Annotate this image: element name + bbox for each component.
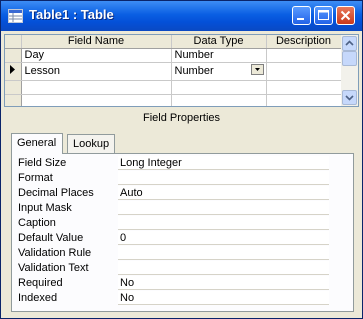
default-value-field[interactable]: 0 — [118, 231, 329, 245]
scroll-down-button[interactable] — [342, 90, 357, 105]
close-icon — [340, 10, 351, 21]
property-label: Input Mask — [18, 202, 72, 214]
data-type-cell[interactable]: Number — [171, 48, 267, 63]
close-button[interactable] — [336, 6, 355, 25]
field-grid: Field Name Data Type Description Day Num… — [4, 34, 359, 107]
tab-general[interactable]: General — [11, 133, 63, 154]
field-name-cell[interactable] — [21, 94, 172, 106]
property-label: Validation Rule — [18, 247, 92, 259]
title-bar[interactable]: Table1 : Table — [1, 1, 362, 31]
data-type-cell[interactable] — [171, 80, 267, 95]
minimize-button[interactable] — [292, 6, 311, 25]
row-selector[interactable] — [5, 94, 22, 106]
field-name-cell[interactable]: Lesson — [21, 62, 172, 81]
row-selector[interactable] — [5, 80, 22, 95]
field-size-field[interactable]: Long Integer — [118, 156, 329, 170]
general-properties-panel: Field Size Long Integer Format Decimal P… — [11, 153, 354, 312]
validation-rule-field[interactable] — [118, 246, 329, 260]
tab-lookup[interactable]: Lookup — [67, 134, 115, 153]
window-title: Table1 : Table — [29, 7, 114, 22]
validation-text-field[interactable] — [118, 261, 329, 275]
maximize-button[interactable] — [314, 6, 333, 25]
table-design-window: Table1 : Table Field Name Data Type Desc… — [0, 0, 363, 319]
row-selector-current[interactable] — [5, 62, 22, 81]
vertical-scrollbar[interactable] — [341, 35, 358, 106]
data-type-cell[interactable]: Number — [171, 62, 267, 81]
property-label: Decimal Places — [18, 187, 94, 199]
chevron-up-icon — [345, 40, 354, 46]
current-row-arrow-icon — [10, 65, 15, 74]
property-label: Field Size — [18, 157, 67, 169]
column-header-field-name[interactable]: Field Name — [21, 35, 172, 49]
description-cell[interactable] — [266, 62, 342, 81]
indexed-field[interactable]: No — [118, 291, 329, 305]
data-type-cell[interactable] — [171, 94, 267, 106]
table-row[interactable] — [5, 80, 342, 95]
column-header-data-type[interactable]: Data Type — [171, 35, 267, 49]
caption-field[interactable] — [118, 216, 329, 230]
row-selector-header[interactable] — [5, 35, 22, 49]
field-name-cell[interactable] — [21, 80, 172, 95]
property-label: Default Value — [18, 232, 84, 244]
column-header-description[interactable]: Description — [266, 35, 342, 49]
input-mask-field[interactable] — [118, 201, 329, 215]
row-selector[interactable] — [5, 48, 22, 63]
grid-header-row: Field Name Data Type Description — [5, 35, 342, 49]
scroll-up-button[interactable] — [342, 36, 357, 51]
format-field[interactable] — [118, 171, 329, 185]
table-row[interactable]: Day Number — [5, 48, 342, 63]
dropdown-arrow-icon — [254, 68, 260, 71]
property-label: Indexed — [18, 292, 58, 304]
chevron-down-icon — [345, 95, 354, 101]
field-properties-header: Field Properties — [4, 110, 359, 126]
description-cell[interactable] — [266, 80, 342, 95]
property-label: Format — [18, 172, 53, 184]
data-type-value: Number — [174, 65, 214, 77]
field-name-cell[interactable]: Day — [21, 48, 172, 63]
required-field[interactable]: No — [118, 276, 329, 290]
property-label: Caption — [18, 217, 56, 229]
table-icon — [8, 9, 23, 23]
property-label: Validation Text — [18, 262, 89, 274]
property-label: Required — [18, 277, 63, 289]
table-row[interactable]: Lesson Number — [5, 62, 342, 81]
table-row[interactable] — [5, 94, 342, 106]
scroll-thumb[interactable] — [342, 51, 357, 66]
description-cell[interactable] — [266, 94, 342, 106]
decimal-places-field[interactable]: Auto — [118, 186, 329, 200]
maximize-icon — [318, 10, 329, 20]
description-cell[interactable] — [266, 48, 342, 63]
data-type-dropdown-button[interactable] — [250, 64, 264, 75]
minimize-icon — [297, 18, 304, 20]
